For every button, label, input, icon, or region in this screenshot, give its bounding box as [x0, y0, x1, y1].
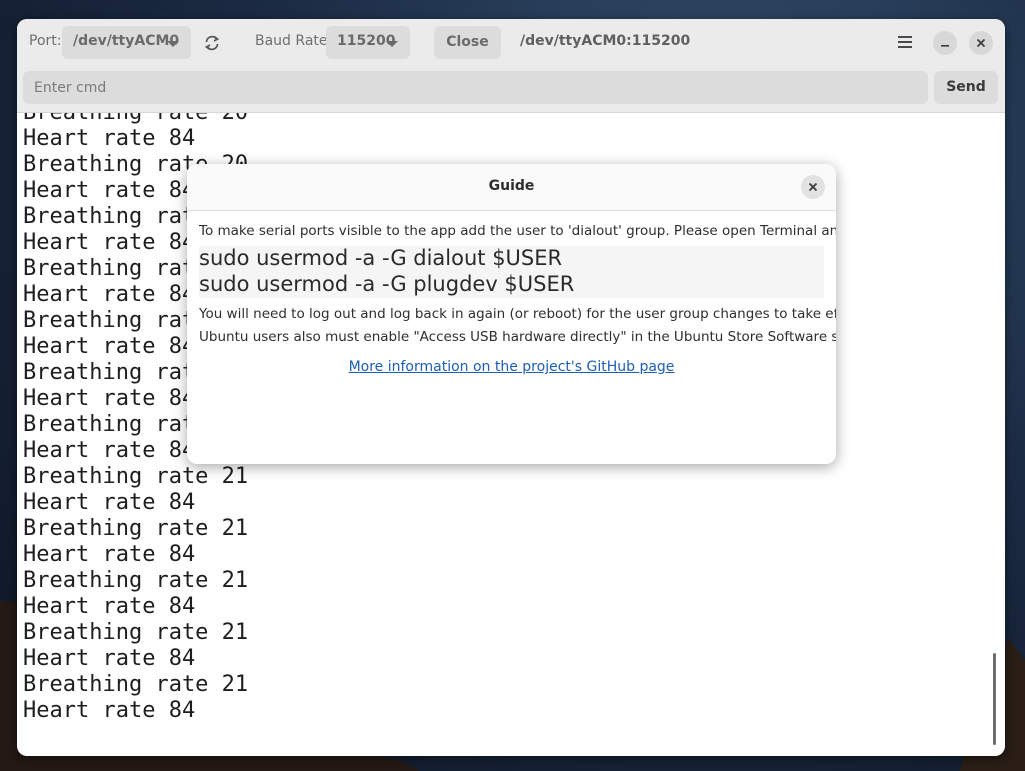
output-line: Breathing rate 21: [23, 620, 249, 645]
output-line: Heart rate 84: [23, 334, 196, 359]
output-line: Heart rate 84: [23, 230, 196, 255]
output-line: Heart rate 84: [23, 490, 196, 515]
command-input[interactable]: [23, 71, 928, 104]
output-line: Heart rate 84: [23, 698, 196, 723]
guide-dialog: Guide To make serial ports visible to th…: [187, 164, 836, 464]
port-label: Port:: [29, 33, 62, 49]
close-icon: [808, 182, 818, 192]
output-line: Breathing rate 21: [23, 464, 249, 489]
output-line: Heart rate 84: [23, 542, 196, 567]
dialog-note-ubuntu: Ubuntu users also must enable "Access US…: [199, 329, 836, 345]
dialog-title: Guide: [488, 178, 535, 194]
window-close-button[interactable]: [969, 31, 993, 55]
minimize-icon: [941, 45, 949, 47]
output-line: Heart rate 84: [23, 386, 196, 411]
baud-rate-dropdown[interactable]: 115200: [326, 26, 410, 59]
output-line: Heart rate 84: [23, 126, 196, 151]
output-line: Heart rate 84: [23, 438, 196, 463]
output-line: Breathing rate 21: [23, 568, 249, 593]
port-dropdown[interactable]: /dev/ttyACM0: [62, 26, 191, 59]
dialog-close-button[interactable]: [801, 175, 825, 199]
port-value: /dev/ttyACM0: [73, 33, 180, 49]
hamburger-menu-icon[interactable]: [897, 34, 913, 50]
command-bar: Send: [17, 64, 1005, 113]
command-code-block: sudo usermod -a -G dialout $USER sudo us…: [199, 246, 824, 298]
output-line: Heart rate 84: [23, 646, 196, 671]
dialog-header: Guide: [187, 164, 836, 211]
header-bar: Port: /dev/ttyACM0 Baud Rate: 115200 Clo…: [17, 19, 1005, 64]
dialog-intro-text: To make serial ports visible to the app …: [199, 223, 836, 239]
chevron-down-icon: [386, 41, 398, 47]
send-button[interactable]: Send: [934, 71, 998, 104]
dialog-note-logout: You will need to log out and log back in…: [199, 306, 836, 322]
refresh-icon[interactable]: [203, 34, 221, 52]
output-line: Heart rate 84: [23, 282, 196, 307]
minimize-button[interactable]: [933, 31, 957, 55]
code-line: sudo usermod -a -G plugdev $USER: [199, 272, 575, 296]
chevron-down-icon: [167, 41, 179, 47]
close-icon: [976, 38, 986, 48]
vertical-scrollbar[interactable]: [993, 653, 996, 745]
output-line: Heart rate 84: [23, 178, 196, 203]
output-line: Breathing rate 20: [23, 113, 248, 125]
baud-rate-label: Baud Rate:: [255, 33, 333, 49]
output-line: Breathing rate 21: [23, 516, 249, 541]
connection-status: /dev/ttyACM0:115200: [520, 33, 691, 49]
output-line: Breathing rate 21: [23, 672, 249, 697]
close-port-button[interactable]: Close: [434, 26, 501, 59]
output-line: Heart rate 84: [23, 594, 196, 619]
github-link[interactable]: More information on the project's GitHub…: [187, 359, 836, 375]
code-line: sudo usermod -a -G dialout $USER: [199, 246, 563, 270]
